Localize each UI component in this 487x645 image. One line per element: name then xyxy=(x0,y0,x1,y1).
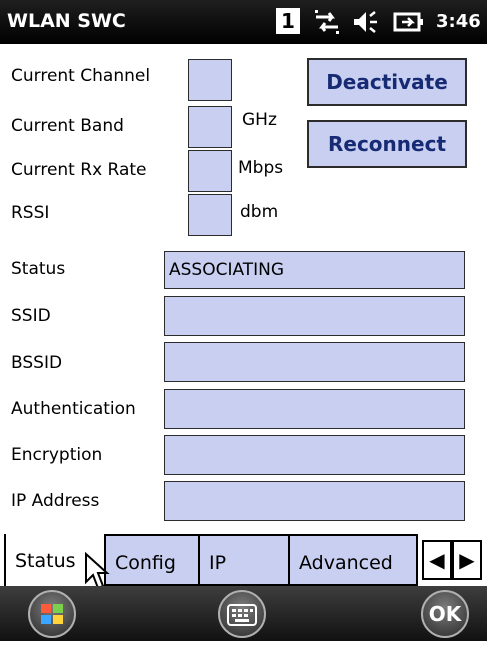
sync-arrows-icon[interactable] xyxy=(312,8,342,36)
tab-config[interactable]: Config xyxy=(104,534,200,586)
rssi-unit: dbm xyxy=(240,202,279,222)
battery-charging-icon[interactable] xyxy=(392,8,426,36)
ssid-label: SSID xyxy=(11,306,51,326)
ip-address-field xyxy=(164,481,465,521)
status-label: Status xyxy=(11,259,66,279)
current-band-value xyxy=(188,106,232,148)
tab-ip[interactable]: IP xyxy=(198,534,290,586)
current-rx-rate-label: Current Rx Rate xyxy=(11,160,147,180)
rssi-label: RSSI xyxy=(11,203,50,223)
bssid-label: BSSID xyxy=(11,353,63,373)
notification-count-icon[interactable]: 1 xyxy=(276,8,300,34)
ssid-field xyxy=(164,296,465,336)
current-channel-value xyxy=(188,59,232,101)
current-band-label: Current Band xyxy=(11,116,124,136)
current-rx-rate-unit: Mbps xyxy=(238,158,284,178)
authentication-label: Authentication xyxy=(11,399,136,419)
current-channel-label: Current Channel xyxy=(11,66,151,86)
current-band-unit: GHz xyxy=(242,110,277,130)
clock-time[interactable]: 3:46 xyxy=(436,11,481,32)
ok-button[interactable]: OK xyxy=(421,590,469,638)
deactivate-button[interactable]: Deactivate xyxy=(307,58,467,106)
speaker-icon[interactable] xyxy=(350,8,382,36)
tab-advanced[interactable]: Advanced xyxy=(288,534,418,586)
authentication-field xyxy=(164,389,465,429)
tab-scroll-left-button[interactable]: ◀ xyxy=(422,540,452,580)
reconnect-button[interactable]: Reconnect xyxy=(307,120,467,168)
bssid-field xyxy=(164,342,465,382)
current-rx-rate-value xyxy=(188,150,232,192)
title-bar: WLAN SWC 1 3:46 xyxy=(0,0,487,44)
ok-label: OK xyxy=(428,602,462,626)
keyboard-icon[interactable] xyxy=(218,590,266,638)
tab-scroll-right-button[interactable]: ▶ xyxy=(452,540,482,580)
ip-address-label: IP Address xyxy=(11,491,100,511)
windows-start-icon[interactable] xyxy=(28,590,76,638)
bottom-bar: OK xyxy=(0,586,487,641)
rssi-value xyxy=(188,194,232,236)
encryption-label: Encryption xyxy=(11,445,103,465)
encryption-field xyxy=(164,435,465,475)
status-field: ASSOCIATING xyxy=(164,251,465,289)
app-title: WLAN SWC xyxy=(7,10,126,32)
